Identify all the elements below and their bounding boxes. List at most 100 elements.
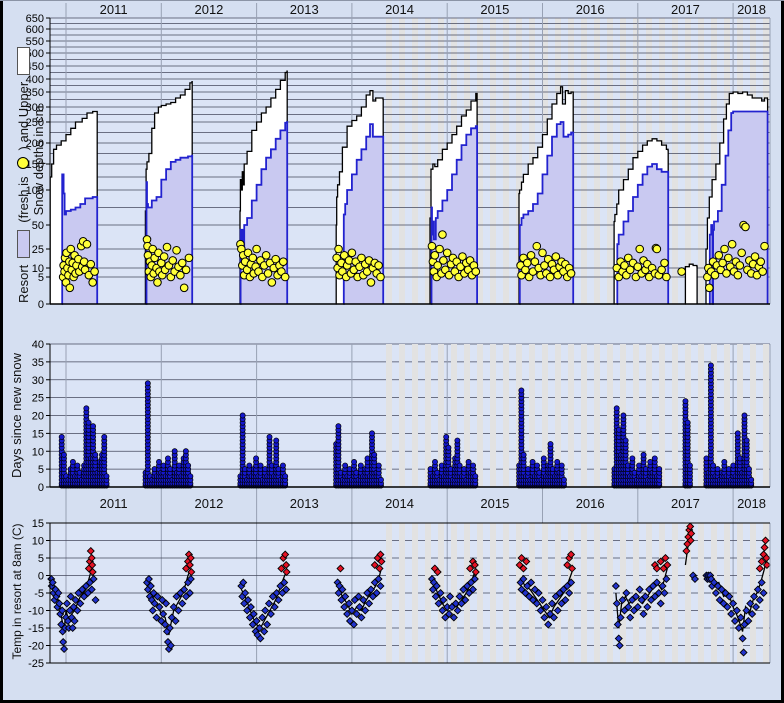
fresh-snow-dot [428,242,436,250]
upper-label: ) and Upper [16,82,31,151]
year-label: 2014 [385,496,414,511]
fresh-snow-dot [178,259,186,267]
fresh-snow-dot [348,249,356,257]
temp-ytick-label: -5 [34,588,44,600]
fresh-snow-dot [705,284,713,292]
days-ytick-label: 5 [38,464,44,476]
year-label: 2012 [194,496,223,511]
fresh-snow-dot [440,257,448,265]
temp-ytick-label: 0 [38,571,44,583]
fresh-snow-dot [367,279,375,287]
fresh-snow-dot [436,245,444,253]
fresh-snow-dot [678,268,686,276]
days-ytick-label: 15 [32,428,44,440]
year-label: 2014 [385,2,414,17]
snow-depth-axis-label: Snow depths in cm [31,106,46,216]
year-label: 2016 [576,496,605,511]
year-label: 2013 [290,496,319,511]
fresh-snow-dot [182,266,190,274]
fresh-snow-dot [728,240,736,248]
year-label: 2018 [737,2,766,17]
fresh-snow-dot [66,284,74,292]
fresh-snow-dot [546,273,554,281]
fresh-snow-dot [160,253,168,261]
temp-ytick-label: -20 [28,641,44,653]
fresh-snow-dot [335,245,343,253]
fresh-snow-dot [567,270,575,278]
temp-ytick-label: 15 [32,518,44,530]
year-label: 2015 [480,2,509,17]
fresh-snow-dot [185,254,193,262]
temp-axis-label: Temp in resort at 8am (C) [10,523,24,659]
fresh-snow-dot [279,258,287,266]
fresh-snow-dot [472,268,480,276]
temp-ytick-label: 10 [32,536,44,548]
fresh-snow-dot [439,231,447,239]
resort-label: Resort [16,265,31,303]
chart-canvas: 6506005505004504003503002502001501005025… [0,0,784,703]
fresh-snow-dot [281,273,289,281]
days-ytick-label: 40 [32,339,44,351]
fresh-snow-dot [91,268,99,276]
fresh-snow-dot [180,284,188,292]
fresh-snow-dot [268,279,276,287]
days-axis-label: Days since new snow [9,353,24,478]
fresh-snow-dot [721,245,729,253]
panel1-axis-title: Snow depths in cm [30,18,47,303]
fresh-snow-dot [83,240,91,248]
upper-swatch [17,47,30,75]
fresh-snow-dot [725,254,733,262]
fresh-snow-dot [377,273,385,281]
fresh-snow-dot [757,258,765,266]
fresh-snow-dot [738,249,746,257]
fresh-snow-dot [539,249,547,257]
days-ytick-label: 30 [32,375,44,387]
fresh-snow-dot [761,242,769,250]
temp-ytick-label: -15 [28,623,44,635]
fresh-snow-dot [375,262,383,270]
fresh-snow-dot [87,260,95,268]
year-label: 2017 [671,496,700,511]
year-label: 2018 [737,496,766,511]
year-label: 2012 [194,2,223,17]
fresh-snow-dot [523,259,531,267]
days-ytick-label: 35 [32,357,44,369]
fresh-snow-dot [734,271,742,279]
year-label: 2011 [100,2,128,17]
fresh-snow-dot [163,243,171,251]
fresh-snow-dot [154,279,162,287]
year-label: 2015 [480,496,509,511]
days-ytick-label: 25 [32,393,44,405]
fresh-snow-dot [742,223,750,231]
upper-depth-area [685,264,697,304]
days-ytick-label: 10 [32,446,44,458]
panel3-axis-title: Temp in resort at 8am (C) [8,520,25,663]
year-label: 2017 [671,2,700,17]
fresh-snow-dot [663,273,671,281]
year-label: 2013 [290,2,319,17]
fresh-snow-dot-icon [17,157,29,169]
snow-history-chart-window: 6506005505004504003503002502001501005025… [0,0,784,703]
temp-ytick-label: -25 [28,658,44,670]
fresh-snow-dot [736,262,744,270]
fresh-snow-dot [262,252,270,260]
temp-ytick-label: -10 [28,606,44,618]
fresh-snow-dot [253,245,261,253]
fresh-snow-dot [759,268,767,276]
year-label: 2016 [576,2,605,17]
days-ytick-label: 0 [38,482,44,494]
fresh-snow-dot [533,242,541,250]
fresh-snow-dot [636,245,644,253]
fresh-snow-dot [653,245,661,253]
temp-ytick-label: 5 [38,553,44,565]
fresh-snow-dot [249,254,257,262]
fresh-snow-dot [661,259,669,267]
year-label: 2011 [100,496,128,511]
panel2-axis-title: Days since new snow [8,344,25,487]
days-ytick-label: 20 [32,411,44,423]
fresh-snow-dot [89,279,97,287]
fresh-snow-dot [169,257,177,265]
fresh-snow-dot [715,252,723,260]
resort-swatch [17,230,30,258]
fresh-snow-dot [173,246,181,254]
